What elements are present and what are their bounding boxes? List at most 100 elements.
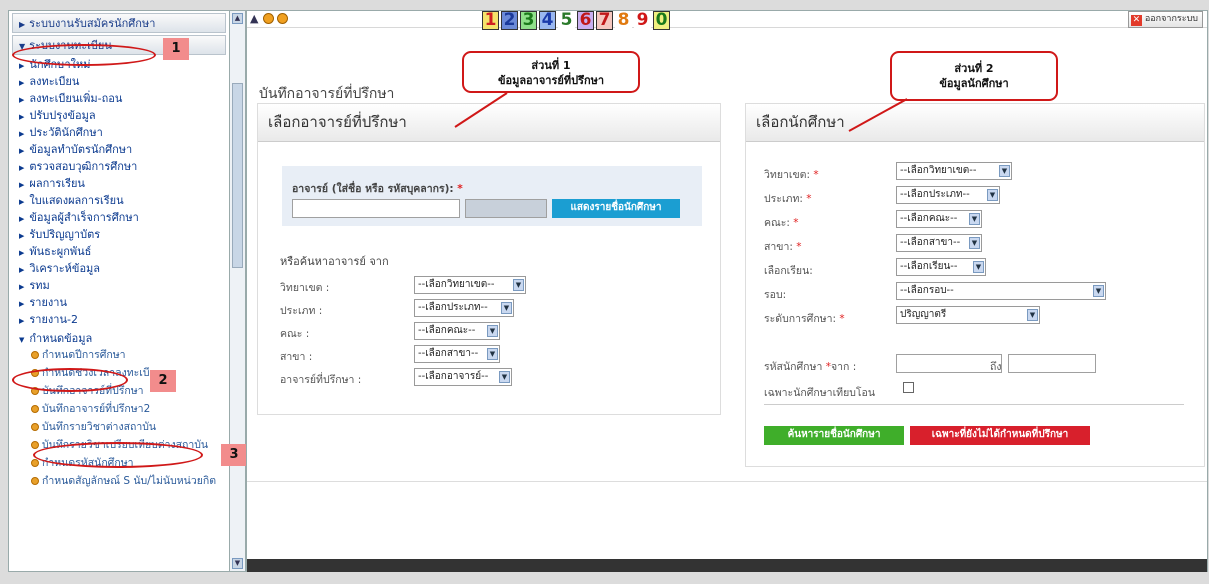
scrollbar-thumb[interactable]: [232, 83, 243, 268]
callout-part-1: ส่วนที่ 1 ข้อมูลอาจารย์ที่ปรึกษา: [462, 51, 640, 93]
logout-button[interactable]: ✕ ออกจากระบบ: [1127, 11, 1203, 28]
teacher-input[interactable]: [292, 199, 460, 218]
page-number-5[interactable]: 5: [558, 12, 575, 29]
page-number-9[interactable]: 9: [634, 12, 651, 29]
sidebar-item[interactable]: ▶ รายงาน: [9, 294, 229, 311]
page-number-0[interactable]: 0: [653, 11, 670, 30]
bullet-icon: [31, 459, 39, 467]
sidebar-item[interactable]: ▶ รทม: [9, 277, 229, 294]
sidebar-subitem[interactable]: กำหนดปีการศึกษา: [9, 347, 229, 365]
student-field-label: สาขา: *: [764, 238, 802, 255]
page-number-4[interactable]: 4: [539, 11, 556, 30]
chevron-down-icon: ▼: [513, 279, 524, 291]
scroll-up-icon[interactable]: ▲: [232, 13, 243, 24]
settings-icon[interactable]: [277, 13, 288, 24]
chevron-down-icon: ▼: [487, 325, 498, 337]
required-mark: *: [839, 313, 845, 325]
advisor-field-select[interactable]: --เลือกคณะ-- ▼: [414, 322, 500, 340]
student-field-text: เลือกเรียน:: [764, 265, 813, 277]
student-id-to-label: ถึง: [990, 361, 1002, 373]
sidebar-item[interactable]: ▶ ลงทะเบียน: [9, 73, 229, 90]
triangle-right-icon: ▶: [19, 113, 25, 121]
page-number-1[interactable]: 1: [482, 11, 499, 30]
student-field-select[interactable]: --เลือกวิทยาเขต-- ▼: [896, 162, 1012, 180]
student-id-from-input[interactable]: [896, 354, 1002, 373]
sidebar-item[interactable]: ▶ ข้อมูลทำบัตรนักศึกษา: [9, 141, 229, 158]
bullet-icon: [31, 405, 39, 413]
sidebar-item[interactable]: ▶ พันธะผูกพันธ์: [9, 243, 229, 260]
select-value: --เลือกวิทยาเขต--: [900, 165, 977, 176]
sidebar-item[interactable]: ▶ วิเคราะห์ข้อมูล: [9, 260, 229, 277]
advisor-field-select[interactable]: --เลือกประเภท-- ▼: [414, 299, 514, 317]
annotation-ring-3: [33, 442, 203, 468]
sidebar-item-label: ผลการเรียน: [29, 177, 85, 190]
search-heading: หรือค้นหาอาจารย์ จาก: [280, 255, 389, 268]
sidebar-item-label: ใบแสดงผลการเรียน: [29, 194, 124, 207]
advisor-panel: เลือกอาจารย์ที่ปรึกษา อาจารย์ (ใส่ชื่อ ห…: [257, 103, 721, 415]
triangle-right-icon: ▶: [19, 79, 25, 87]
show-students-button[interactable]: แสดงรายชื่อนักศึกษา: [552, 199, 680, 218]
student-field-select[interactable]: --เลือกเรียน-- ▼: [896, 258, 986, 276]
student-field-label: รอบ:: [764, 286, 786, 303]
sidebar-subitem-label: บันทึกรายวิชาต่างสถาบัน: [42, 421, 157, 433]
sidebar-item[interactable]: ▶ ประวัตินักศึกษา: [9, 124, 229, 141]
page-title: บันทึกอาจารย์ที่ปรึกษา: [259, 86, 395, 102]
divider: [764, 404, 1184, 405]
bullet-icon: [31, 351, 39, 359]
sidebar-subitem[interactable]: บันทึกรายวิชาต่างสถาบัน: [9, 419, 229, 437]
sidebar-item[interactable]: ▶ ลงทะเบียนเพิ่ม-ถอน: [9, 90, 229, 107]
student-field-select[interactable]: --เลือกสาขา-- ▼: [896, 234, 982, 252]
sidebar-item[interactable]: ▶ รายงาน-2: [9, 311, 229, 328]
refresh-icon[interactable]: [263, 13, 274, 24]
student-field-text: คณะ:: [764, 217, 790, 229]
student-field-select[interactable]: --เลือกคณะ-- ▼: [896, 210, 982, 228]
sidebar-item[interactable]: ▶ รับปริญญาบัตร: [9, 226, 229, 243]
scroll-down-icon[interactable]: ▼: [232, 558, 243, 569]
sidebar-item[interactable]: ▶ ตรวจสอบวุฒิการศึกษา: [9, 158, 229, 175]
triangle-right-icon: ▶: [19, 164, 25, 172]
sidebar-subitem[interactable]: บันทึกอาจารย์ที่ปรึกษา2: [9, 401, 229, 419]
sidebar-head-admission[interactable]: ▶ ระบบงานรับสมัครนักศึกษา: [12, 13, 226, 33]
student-field-select[interactable]: --เลือกรอบ-- ▼: [896, 282, 1106, 300]
sidebar-item[interactable]: ▶ ผลการเรียน: [9, 175, 229, 192]
sidebar-item-label: ลงทะเบียน: [29, 75, 80, 88]
triangle-down-icon: ▼: [19, 336, 25, 344]
sidebar-item[interactable]: ▶ ข้อมูลผู้สำเร็จการศึกษา: [9, 209, 229, 226]
toolbar-icons[interactable]: ▲: [250, 12, 258, 25]
triangle-right-icon: ▶: [19, 215, 25, 223]
unassigned-students-button[interactable]: เฉพาะที่ยังไม่ได้กำหนดที่ปรึกษา: [910, 426, 1090, 445]
sidebar-item[interactable]: ▶ ปรับปรุงข้อมูล: [9, 107, 229, 124]
page-number-2[interactable]: 2: [501, 11, 518, 30]
sidebar-item-label: วิเคราะห์ข้อมูล: [29, 262, 101, 275]
advisor-field-select[interactable]: --เลือกอาจารย์-- ▼: [414, 368, 512, 386]
sidebar-item-label: รทม: [29, 279, 50, 292]
app-frame: ▶ ระบบงานรับสมัครนักศึกษา ▼ ระบบงานทะเบียน…: [0, 0, 1209, 584]
student-field-text: ประเภท:: [764, 193, 803, 205]
sidebar-subitem[interactable]: กำหนดสัญลักษณ์ S นับ/ไม่นับหน่วยกิต: [9, 473, 229, 491]
transfer-checkbox[interactable]: [903, 382, 914, 393]
page-number-7[interactable]: 7: [596, 11, 613, 30]
callout-part-2-line1: ส่วนที่ 2: [954, 62, 994, 75]
annotation-badge-3: 3: [221, 444, 247, 466]
student-id-to-input[interactable]: [1008, 354, 1096, 373]
page-number-8[interactable]: 8: [615, 12, 632, 29]
page-number-3[interactable]: 3: [520, 11, 537, 30]
sidebar-item[interactable]: ▶ ใบแสดงผลการเรียน: [9, 192, 229, 209]
triangle-right-icon: ▶: [19, 62, 25, 70]
callout-part-1-line1: ส่วนที่ 1: [531, 59, 571, 72]
annotation-badge-2: 2: [150, 370, 176, 392]
sidebar-section-config[interactable]: ▼ กำหนดข้อมูล: [9, 330, 229, 347]
required-mark: *: [793, 217, 799, 229]
student-field-select[interactable]: --เลือกประเภท-- ▼: [896, 186, 1000, 204]
advisor-field-select[interactable]: --เลือกสาขา-- ▼: [414, 345, 500, 363]
select-value: --เลือกเรียน--: [900, 261, 958, 272]
page-number-6[interactable]: 6: [577, 11, 594, 30]
student-field-select[interactable]: ปริญญาตรี ▼: [896, 306, 1040, 324]
sidebar-subitem-label: กำหนดปีการศึกษา: [42, 349, 126, 361]
student-field-label: เลือกเรียน:: [764, 262, 813, 279]
advisor-field-select[interactable]: --เลือกวิทยาเขต-- ▼: [414, 276, 526, 294]
triangle-right-icon: ▶: [19, 232, 25, 240]
sidebar-scrollbar[interactable]: ▲ ▼: [230, 10, 246, 572]
triangle-right-icon: ▶: [19, 20, 26, 29]
search-students-button[interactable]: ค้นหารายชื่อนักศึกษา: [764, 426, 904, 445]
